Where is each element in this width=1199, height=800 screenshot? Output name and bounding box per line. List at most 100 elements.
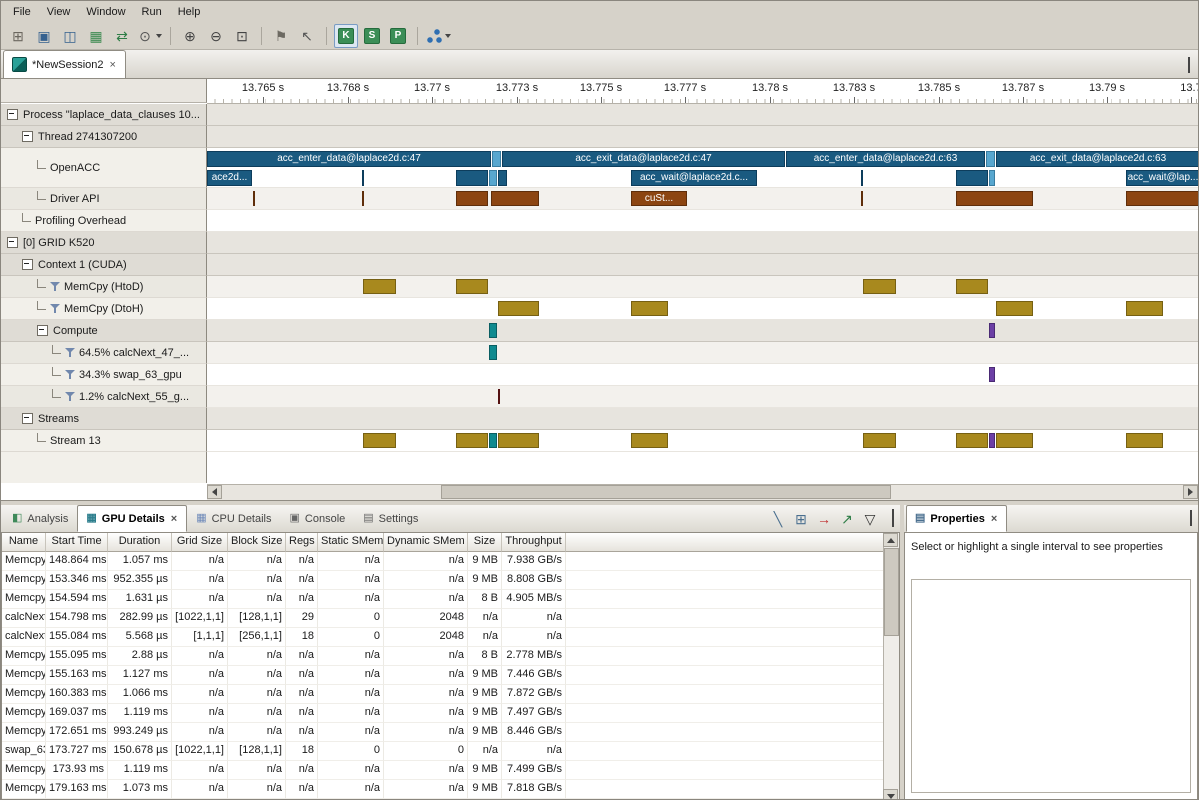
tab-console[interactable]: ▣Console [281, 505, 355, 532]
column-header-duration[interactable]: Duration [108, 533, 172, 552]
timeline-row-label[interactable]: 1.2% calcNext_55_g... [1, 386, 207, 408]
timeline-interval[interactable]: cuSt... [631, 191, 687, 206]
timeline-interval[interactable]: acc_enter_data@laplace2d.c:47 [207, 151, 491, 167]
timeline-interval[interactable] [996, 301, 1033, 316]
table-row[interactable]: Memcpy160.383 ms1.066 msn/an/an/an/an/a9… [2, 685, 884, 704]
timeline-interval[interactable] [498, 433, 539, 448]
timeline-row-label[interactable]: Stream 13 [1, 430, 207, 452]
table-row[interactable]: calcNext_47_gpu154.798 ms282.99 µs[1022,… [2, 609, 884, 628]
menu-run[interactable]: Run [134, 3, 170, 21]
timeline-interval[interactable] [456, 191, 488, 206]
columns-icon[interactable]: ⊞ [793, 511, 809, 527]
goto-arrow-icon[interactable]: → [816, 511, 832, 527]
tab-properties[interactable]: ▤ Properties × [906, 505, 1007, 532]
editor-tab-session[interactable]: *NewSession2 × [3, 50, 126, 78]
timeline-interval[interactable] [989, 323, 995, 338]
timeline-interval[interactable] [363, 433, 396, 448]
analysis-button[interactable] [425, 24, 452, 48]
timeline-interval[interactable] [989, 170, 995, 186]
maximize-icon[interactable] [1188, 60, 1190, 72]
menu-file[interactable]: File [5, 3, 39, 21]
marker-flag-button[interactable]: ⚑ [269, 24, 293, 48]
scrollbar-thumb[interactable] [441, 485, 891, 499]
profile-application-button[interactable]: ▦ [84, 24, 108, 48]
timeline-interval[interactable] [489, 170, 497, 186]
scroll-down-button[interactable] [883, 789, 898, 800]
timeline-interval[interactable] [956, 191, 1033, 206]
timeline-interval[interactable]: acc_wait@lap... [1126, 170, 1198, 186]
marker-arrow-button[interactable]: ↖ [295, 24, 319, 48]
timeline-interval[interactable] [498, 170, 507, 186]
timeline-interval[interactable] [253, 191, 255, 206]
maximize-icon[interactable] [1190, 513, 1192, 525]
tab-cpu-details[interactable]: ▦CPU Details [187, 505, 280, 532]
column-header-size[interactable]: Size [468, 533, 502, 552]
timeline-horizontal-scrollbar[interactable] [207, 484, 1198, 500]
view-menu-icon[interactable]: ▽ [862, 511, 878, 527]
close-icon[interactable]: × [170, 513, 178, 525]
table-row[interactable]: Memcpy155.095 ms2.88 µsn/an/an/an/an/a8 … [2, 647, 884, 666]
table-row[interactable]: Memcpy172.651 ms993.249 µsn/an/an/an/an/… [2, 723, 884, 742]
scroll-up-button[interactable] [883, 533, 898, 547]
timeline-interval[interactable] [863, 433, 896, 448]
column-header-throughput[interactable]: Throughput [502, 533, 566, 552]
column-header-block-size[interactable]: Block Size [228, 533, 286, 552]
timeline-interval[interactable] [863, 279, 896, 294]
table-row[interactable]: Memcpy173.93 ms1.119 msn/an/an/an/an/a9 … [2, 761, 884, 780]
timeline-interval[interactable] [492, 151, 501, 167]
timeline-interval[interactable]: acc_wait@laplace2d.c... [631, 170, 757, 186]
zoom-fit-button[interactable]: ⊡ [230, 24, 254, 48]
timeline-row-label[interactable]: Context 1 (CUDA) [1, 254, 207, 276]
table-row[interactable]: Memcpy148.864 ms1.057 msn/an/an/an/an/a9… [2, 552, 884, 571]
table-row[interactable]: Memcpy154.594 ms1.631 µsn/an/an/an/an/a8… [2, 590, 884, 609]
new-session-button[interactable]: ⊞ [6, 24, 30, 48]
table-vertical-scrollbar[interactable] [883, 533, 899, 800]
stream-toggle-button[interactable]: S [360, 24, 384, 48]
timeline-interval[interactable] [1126, 301, 1163, 316]
column-header-grid-size[interactable]: Grid Size [172, 533, 228, 552]
timeline-interval[interactable] [362, 191, 364, 206]
timeline-interval[interactable] [861, 191, 863, 206]
timeline-interval[interactable] [631, 301, 668, 316]
table-row[interactable]: Memcpy179.163 ms1.073 msn/an/an/an/an/a9… [2, 780, 884, 799]
scrollbar-thumb[interactable] [884, 548, 899, 636]
timeline-row-label[interactable]: OpenACC [1, 148, 207, 188]
timeline-interval[interactable] [489, 433, 497, 448]
scroll-left-button[interactable] [207, 485, 222, 499]
table-row[interactable]: Memcpy155.163 ms1.127 msn/an/an/an/an/a9… [2, 666, 884, 685]
timeline-row-label[interactable]: [0] GRID K520 [1, 232, 207, 254]
column-header-start-time[interactable]: Start Time [46, 533, 108, 552]
timeline-interval[interactable]: ace2d... [207, 170, 252, 186]
timeline-interval[interactable]: acc_exit_data@laplace2d.c:63 [996, 151, 1198, 167]
search-button[interactable]: ⊙ [136, 24, 163, 48]
kernel-toggle-button[interactable]: K [334, 24, 358, 48]
timeline-interval[interactable] [498, 389, 500, 404]
timeline-row-label[interactable]: Process "laplace_data_clauses 10... [1, 104, 207, 126]
process-toggle-button[interactable]: P [386, 24, 410, 48]
timeline-interval[interactable] [456, 170, 488, 186]
save-button[interactable]: ▣ [32, 24, 56, 48]
collapse-icon[interactable] [22, 259, 33, 270]
timeline-interval[interactable] [1126, 191, 1198, 206]
timeline-row-label[interactable]: 64.5% calcNext_47_... [1, 342, 207, 364]
timeline-row-label[interactable]: MemCpy (DtoH) [1, 298, 207, 320]
timeline-row-label[interactable]: Compute [1, 320, 207, 342]
timeline-interval[interactable] [956, 170, 988, 186]
timeline-interval[interactable] [631, 433, 668, 448]
timeline-interval[interactable] [362, 170, 364, 186]
timeline-row-label[interactable]: Driver API [1, 188, 207, 210]
timeline-row-label[interactable]: Streams [1, 408, 207, 430]
timeline-interval[interactable] [956, 279, 988, 294]
timeline-interval[interactable] [989, 367, 995, 382]
timeline-row-label[interactable]: Thread 2741307200 [1, 126, 207, 148]
timeline-row-label[interactable]: Profiling Overhead [1, 210, 207, 232]
timeline-interval[interactable] [363, 279, 396, 294]
table-row[interactable]: Memcpy169.037 ms1.119 msn/an/an/an/an/a9… [2, 704, 884, 723]
column-header-static-smem[interactable]: Static SMem [318, 533, 384, 552]
timeline-row-label[interactable]: 34.3% swap_63_gpu [1, 364, 207, 386]
timeline-interval[interactable]: acc_exit_data@laplace2d.c:47 [502, 151, 785, 167]
collapse-icon[interactable] [22, 413, 33, 424]
menu-help[interactable]: Help [170, 3, 209, 21]
timeline-interval[interactable] [956, 433, 988, 448]
zoom-out-button[interactable]: ⊖ [204, 24, 228, 48]
